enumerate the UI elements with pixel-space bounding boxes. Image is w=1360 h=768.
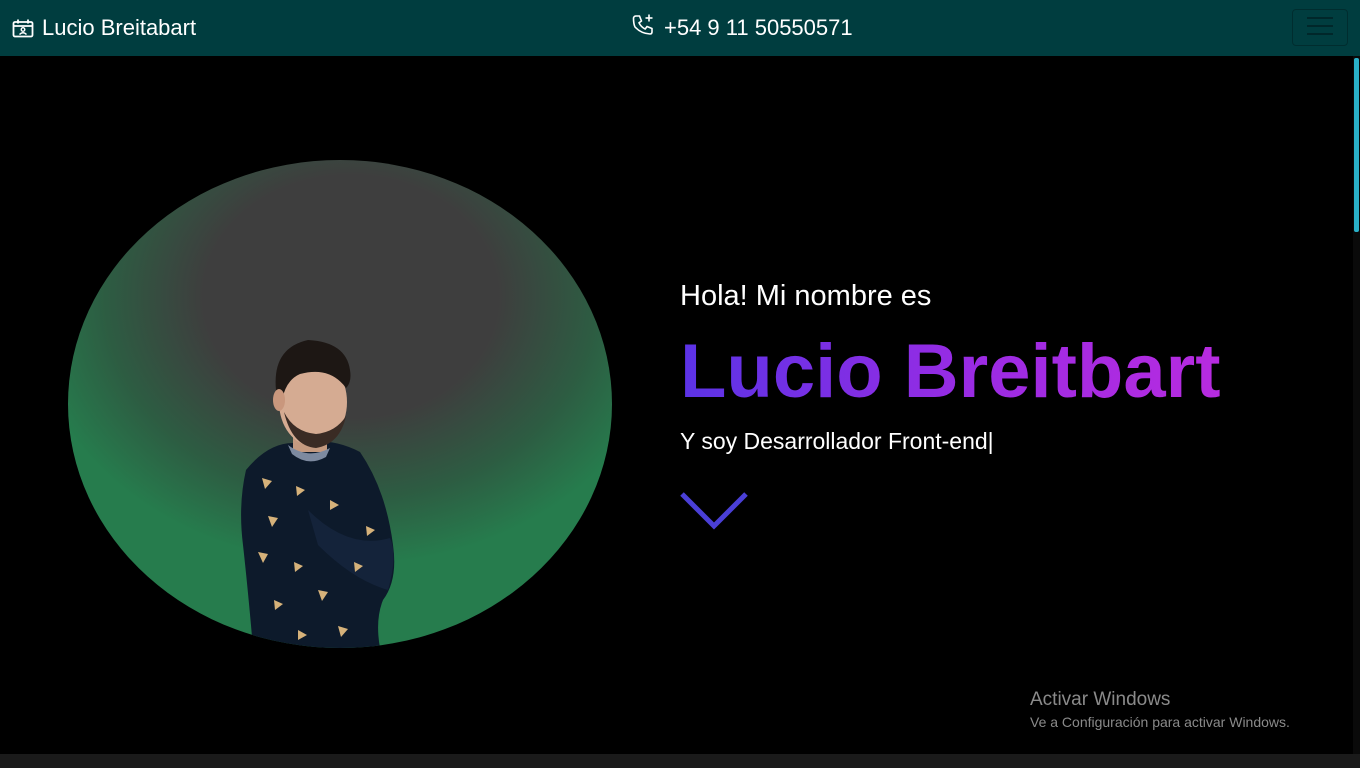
brand-link[interactable]: Lucio Breitabart xyxy=(12,14,196,42)
watermark-title: Activar Windows xyxy=(1030,689,1171,710)
brand-label: Lucio Breitabart xyxy=(42,15,197,40)
windows-activation-watermark: Activar Windows Ve a Configuración para … xyxy=(1030,688,1290,732)
phone-link[interactable]: +54 9 11 50550571 xyxy=(630,14,853,42)
scroll-down-link[interactable] xyxy=(680,490,748,532)
navbar: Lucio Breitabart +54 9 11 50550571 xyxy=(0,0,1360,56)
scrollbar-thumb[interactable] xyxy=(1354,58,1359,232)
watermark-subtitle: Ve a Configuración para activar Windows. xyxy=(1030,714,1290,730)
greeting-text: Hola! Mi nombre es xyxy=(680,280,932,312)
menu-toggle-button[interactable] xyxy=(1292,9,1348,46)
role-text: Y soy Desarrollador Front-end| xyxy=(680,428,994,454)
page-scrollbar[interactable] xyxy=(1353,56,1360,754)
profile-photo xyxy=(68,160,612,648)
hamburger-icon xyxy=(1306,15,1334,40)
hero-name: Lucio Breitbart xyxy=(680,329,1221,414)
phone-plus-icon xyxy=(630,12,656,44)
chevron-down-icon xyxy=(680,492,748,536)
calendar-contact-icon xyxy=(12,18,34,38)
taskbar-edge xyxy=(0,754,1360,768)
phone-number: +54 9 11 50550571 xyxy=(664,15,853,40)
